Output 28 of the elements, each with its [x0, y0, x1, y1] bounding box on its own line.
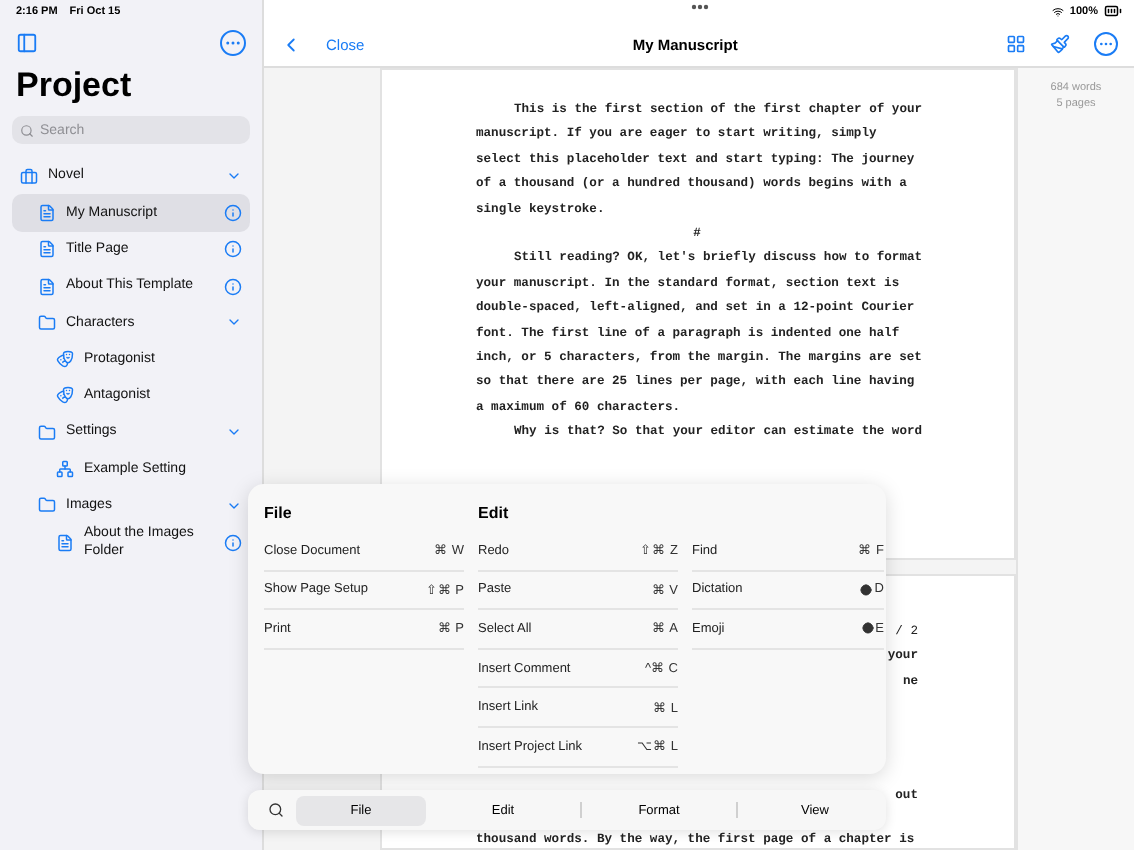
character-icon — [56, 386, 74, 405]
brush-icon[interactable] — [1050, 34, 1070, 54]
info-icon[interactable] — [224, 240, 242, 259]
info-icon[interactable] — [224, 533, 242, 552]
info-icon[interactable] — [224, 277, 242, 296]
more-icon[interactable] — [220, 29, 246, 55]
character-icon — [56, 350, 74, 369]
battery-icon — [1104, 2, 1122, 20]
folder-icon — [38, 423, 56, 442]
menu-heading: Edit — [478, 504, 511, 526]
document-icon — [38, 277, 56, 296]
document-icon — [38, 203, 56, 222]
setting-icon — [56, 460, 74, 479]
info-icon[interactable] — [224, 203, 242, 222]
folder-icon — [38, 496, 56, 515]
menu-heading: File — [264, 504, 294, 526]
search-icon[interactable] — [268, 802, 284, 818]
multitask-dots-icon[interactable] — [690, 4, 708, 10]
sidebar-toggle-icon[interactable] — [16, 31, 38, 53]
more-icon[interactable] — [1094, 32, 1118, 56]
document-icon — [38, 240, 56, 259]
search-icon — [20, 123, 34, 137]
wifi-icon — [1051, 5, 1064, 17]
folder-icon — [38, 313, 56, 332]
binder-icon — [20, 167, 38, 186]
document-icon — [56, 533, 74, 552]
grid-icon[interactable] — [1006, 34, 1026, 54]
sidebar-title: Project — [16, 66, 134, 106]
